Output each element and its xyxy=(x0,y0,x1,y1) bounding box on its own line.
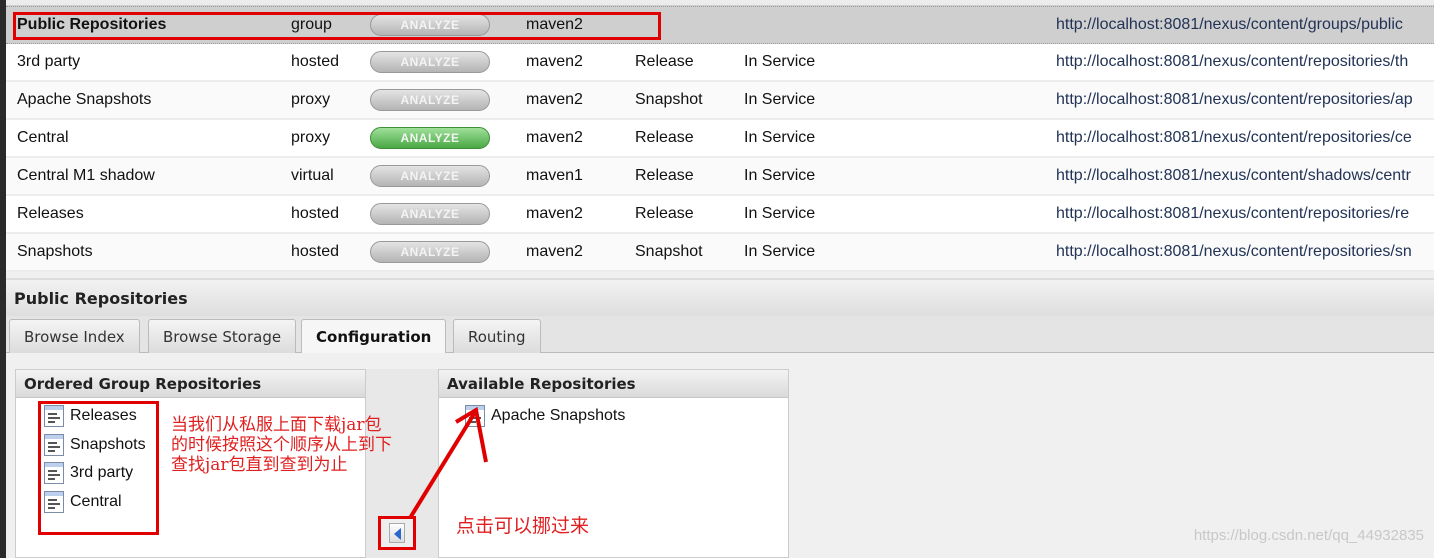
repo-policy: Release xyxy=(635,129,694,146)
repo-status: In Service xyxy=(744,205,816,222)
repo-status: In Service xyxy=(744,91,816,108)
repository-list-item[interactable]: Apache Snapshots xyxy=(465,405,625,427)
repo-name: 3rd party xyxy=(17,53,81,70)
ordered-group-title: Ordered Group Repositories xyxy=(16,370,365,398)
repo-format: maven2 xyxy=(526,91,583,108)
repo-policy: Release xyxy=(635,205,694,222)
repo-type: hosted xyxy=(291,53,340,70)
detail-tabs: Browse Index Browse Storage Configuratio… xyxy=(6,316,1434,354)
repo-type: proxy xyxy=(291,129,331,146)
tab-configuration[interactable]: Configuration xyxy=(301,319,447,354)
analyze-button[interactable]: ANALYZE xyxy=(370,51,490,73)
repo-format: maven2 xyxy=(526,205,583,222)
highlight-ordered-list xyxy=(38,401,159,535)
watermark: https://blog.csdn.net/qq_44932835 xyxy=(1193,527,1424,544)
repo-format: maven2 xyxy=(526,53,583,70)
repository-row[interactable]: Releases hosted ANALYZE maven2 Release In Ser… xyxy=(6,196,1434,234)
repo-type: hosted xyxy=(291,243,340,260)
analyze-button[interactable]: ANALYZE xyxy=(370,241,490,263)
annotation-line: 当我们从私服上面下载jar包 xyxy=(171,415,382,435)
analyze-button[interactable]: ANALYZE xyxy=(370,127,490,149)
repo-type: proxy xyxy=(291,91,331,108)
repo-url: http://localhost:8081/nexus/content/repo… xyxy=(1056,205,1410,222)
repo-url: http://localhost:8081/nexus/content/shad… xyxy=(1056,167,1411,184)
arrow-left-icon xyxy=(394,528,401,540)
order-annotation: 当我们从私服上面下载jar包 的时候按照这个顺序从上到下 查找jar包直到查到为… xyxy=(171,415,392,475)
analyze-button[interactable]: ANALYZE xyxy=(370,165,490,187)
repo-name: Releases xyxy=(17,205,84,222)
analyze-button[interactable]: ANALYZE xyxy=(370,89,490,111)
repository-row[interactable]: 3rd party hosted ANALYZE maven2 Release In Se… xyxy=(6,44,1434,82)
repo-url: http://localhost:8081/nexus/content/repo… xyxy=(1056,129,1412,146)
detail-title: Public Repositories xyxy=(6,278,1434,316)
repo-type: hosted xyxy=(291,205,340,222)
repo-url: http://localhost:8081/nexus/content/repo… xyxy=(1056,91,1413,108)
repo-name: Snapshots xyxy=(17,243,93,260)
repo-status: In Service xyxy=(744,243,816,260)
repository-row[interactable]: Apache Snapshots proxy ANALYZE maven2 Snapsh… xyxy=(6,82,1434,120)
repo-url: http://localhost:8081/nexus/content/repo… xyxy=(1056,53,1409,70)
repo-format: maven2 xyxy=(526,129,583,146)
move-annotation: 点击可以挪过来 xyxy=(456,515,590,537)
repository-icon xyxy=(465,405,485,427)
tab-browse-index[interactable]: Browse Index xyxy=(9,319,140,353)
repository-row[interactable]: Central proxy ANALYZE maven2 Release In Servi… xyxy=(6,120,1434,158)
repo-status: In Service xyxy=(744,53,816,70)
repository-grid: Public Repositories group ANALYZE maven2 htt… xyxy=(6,6,1434,272)
tab-routing[interactable]: Routing xyxy=(453,319,541,353)
available-title: Available Repositories xyxy=(439,370,788,398)
repo-policy: Snapshot xyxy=(635,243,703,260)
repo-status: In Service xyxy=(744,129,816,146)
tab-browse-storage[interactable]: Browse Storage xyxy=(148,319,297,353)
repository-row[interactable]: Central M1 shadow virtual ANALYZE maven1 Rel… xyxy=(6,158,1434,196)
highlight-selected-row xyxy=(13,12,661,40)
annotation-line: 的时候按照这个顺序从上到下 xyxy=(171,435,392,455)
analyze-button[interactable]: ANALYZE xyxy=(370,203,490,225)
repo-url: http://localhost:8081/nexus/content/repo… xyxy=(1056,243,1412,260)
repo-name: Central M1 shadow xyxy=(17,167,155,184)
repo-policy: Snapshot xyxy=(635,91,703,108)
repo-name: Apache Snapshots xyxy=(17,91,152,108)
repo-format: maven1 xyxy=(526,167,583,184)
item-label: Apache Snapshots xyxy=(491,407,626,425)
annotation-line: 查找jar包直到查到为止 xyxy=(171,455,348,475)
repo-format: maven2 xyxy=(526,243,583,260)
repo-url: http://localhost:8081/nexus/content/grou… xyxy=(1056,16,1403,33)
repo-status: In Service xyxy=(744,167,816,184)
repo-policy: Release xyxy=(635,53,694,70)
repo-name: Central xyxy=(17,129,69,146)
repo-type: virtual xyxy=(291,167,334,184)
move-left-button[interactable] xyxy=(378,516,416,550)
repository-row[interactable]: Snapshots hosted ANALYZE maven2 Snapshot In S… xyxy=(6,234,1434,272)
repo-policy: Release xyxy=(635,167,694,184)
